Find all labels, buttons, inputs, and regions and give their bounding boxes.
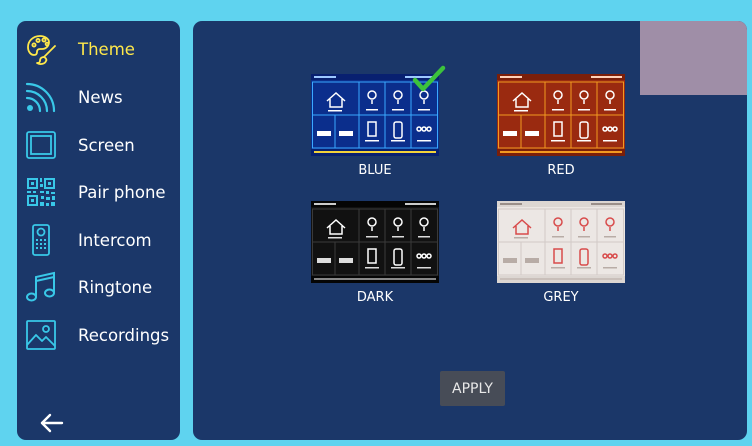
sidebar-item-pair-phone[interactable]: Pair phone	[17, 172, 180, 212]
theme-name: DARK	[356, 290, 394, 305]
theme-name: RED	[547, 163, 575, 178]
theme-option-dark[interactable]: DARK	[311, 201, 439, 311]
sidebar-item-label: Recordings	[78, 325, 170, 345]
sidebar-item-theme[interactable]: Theme	[17, 29, 180, 69]
theme-option-red[interactable]: RED	[497, 74, 625, 184]
theme-name: GREY	[543, 290, 579, 305]
sidebar-item-screen[interactable]: Screen	[17, 125, 180, 165]
qr-code-icon	[24, 175, 58, 209]
theme-preview	[497, 74, 625, 156]
theme-name: BLUE	[358, 163, 392, 178]
music-note-icon	[24, 270, 58, 304]
sidebar-item-intercom[interactable]: Intercom	[17, 220, 180, 260]
sidebar-item-label: Intercom	[78, 230, 152, 250]
image-icon	[24, 318, 58, 352]
sidebar-item-label: Pair phone	[78, 182, 166, 202]
rss-icon	[24, 80, 58, 114]
sidebar-item-label: Ringtone	[78, 277, 153, 297]
color-swatch	[640, 21, 747, 95]
sidebar-item-label: News	[78, 87, 123, 107]
theme-option-blue[interactable]: BLUE	[311, 65, 446, 184]
sidebar-item-ringtone[interactable]: Ringtone	[17, 267, 180, 307]
sidebar-item-recordings[interactable]: Recordings	[17, 315, 180, 355]
checkmark-icon	[411, 64, 447, 94]
sidebar: Theme News Screen Pair phone Intercom Ri…	[17, 21, 180, 440]
sidebar-item-label: Theme	[78, 39, 135, 59]
arrow-left-icon[interactable]	[36, 407, 68, 439]
intercom-icon	[24, 223, 58, 257]
palette-icon	[24, 32, 58, 66]
apply-button[interactable]: APPLY	[440, 371, 505, 406]
theme-preview	[497, 201, 625, 283]
theme-preview	[311, 201, 439, 283]
screen-icon	[24, 128, 58, 162]
theme-panel: BLUE RED DARK GREY APPLY	[193, 21, 747, 440]
sidebar-item-label: Screen	[78, 135, 135, 155]
sidebar-item-news[interactable]: News	[17, 77, 180, 117]
theme-option-grey[interactable]: GREY	[497, 201, 625, 311]
